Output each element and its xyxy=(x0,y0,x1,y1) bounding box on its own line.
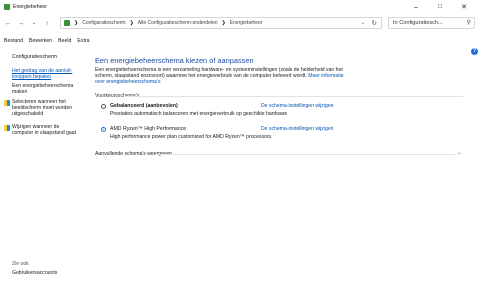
up-button[interactable]: ↑ xyxy=(43,18,51,28)
sidebar-link-power-buttons[interactable]: Het gedrag van de aan/uit-knoppen bepale… xyxy=(12,68,86,81)
plan-description: High performance power plan customized f… xyxy=(110,134,273,140)
user-accounts-link[interactable]: Gebruikersaccounts xyxy=(12,270,57,276)
recent-locations-icon[interactable]: ⌄ xyxy=(30,18,38,28)
refresh-icon[interactable]: ↻ xyxy=(372,19,377,27)
sidebar: Configuratiescherm Het gedrag van de aan… xyxy=(0,48,88,284)
search-input[interactable]: In Configuratiesch... ⚲ xyxy=(388,17,475,29)
plan-radio-balanced[interactable] xyxy=(101,104,106,109)
chevron-right-icon: ❯ xyxy=(129,20,134,26)
menu-bar: Bestand Bewerken Beeld Extra xyxy=(0,38,480,48)
sidebar-link-display-off[interactable]: Selecteren wanneer het beeldscherm moet … xyxy=(4,99,78,117)
power-options-icon xyxy=(4,4,10,10)
sidebar-link-label: Wijzigen wanneer de computer in slaapsta… xyxy=(12,124,76,136)
plan-name: Gebalanceerd (aanbevolen) xyxy=(110,103,178,109)
description: Een energiebeheerschema is een verzameli… xyxy=(95,67,349,86)
maximize-button[interactable]: □ xyxy=(430,0,450,14)
chevron-down-icon[interactable]: ⌄ xyxy=(361,20,365,26)
help-icon[interactable]: ? xyxy=(471,48,478,55)
menu-file[interactable]: Bestand xyxy=(4,38,23,48)
breadcrumb-item[interactable]: Energiebeheer xyxy=(230,20,263,26)
minimize-button[interactable]: – xyxy=(406,0,426,14)
forward-button[interactable]: → xyxy=(17,18,25,28)
breadcrumb-item[interactable]: Alle Configuratiescherm-onderdelen xyxy=(138,20,218,26)
menu-edit[interactable]: Bewerken xyxy=(29,38,52,48)
shield-icon xyxy=(4,100,10,106)
address-bar: ← → ⌄ ↑ ❯ Configuratiescherm ❯ Alle Conf… xyxy=(0,15,480,31)
plan-description: Prestaties automatisch balanceren met en… xyxy=(110,111,288,117)
chevron-right-icon: ❯ xyxy=(74,20,79,26)
description-text: Een energiebeheerschema is een verzameli… xyxy=(95,67,343,80)
back-button[interactable]: ← xyxy=(4,18,12,28)
chevron-right-icon: ❯ xyxy=(221,20,226,26)
change-plan-settings-link[interactable]: De schema-instellingen wijzigen xyxy=(261,103,333,109)
chevron-down-icon[interactable]: ⌄ xyxy=(457,150,462,156)
menu-view[interactable]: Beeld xyxy=(58,38,71,48)
plan-radio-amd[interactable] xyxy=(101,127,106,132)
menu-tools[interactable]: Extra xyxy=(77,38,89,48)
page-title: Een energiebeheerschema kiezen of aanpas… xyxy=(95,56,254,65)
breadcrumb-item[interactable]: Configuratiescherm xyxy=(82,20,125,26)
window-title: Energiebeheer xyxy=(13,4,48,10)
control-panel-icon xyxy=(64,20,70,26)
plan-name: AMD Ryzen™ High Performance xyxy=(110,126,187,132)
shield-icon xyxy=(4,125,10,131)
sidebar-home-link[interactable]: Configuratiescherm xyxy=(12,54,57,60)
search-icon: ⚲ xyxy=(466,20,471,26)
breadcrumb[interactable]: ❯ Configuratiescherm ❯ Alle Configuratie… xyxy=(60,17,382,29)
divider xyxy=(155,154,455,155)
see-also-label: Zie ook xyxy=(12,261,29,267)
change-plan-settings-link[interactable]: De schema-instellingen wijzigen xyxy=(261,126,333,132)
search-placeholder: In Configuratiesch... xyxy=(393,20,443,26)
close-button[interactable]: ✕ xyxy=(454,0,474,14)
sidebar-link-create-plan[interactable]: Een energiebeheerschema maken xyxy=(12,83,86,96)
sidebar-link-label: Selecteren wanneer het beeldscherm moet … xyxy=(12,99,73,117)
sidebar-link-sleep[interactable]: Wijzigen wanneer de computer in slaapsta… xyxy=(4,124,78,137)
title-bar: Energiebeheer – □ ✕ xyxy=(0,0,480,14)
divider xyxy=(125,96,463,97)
